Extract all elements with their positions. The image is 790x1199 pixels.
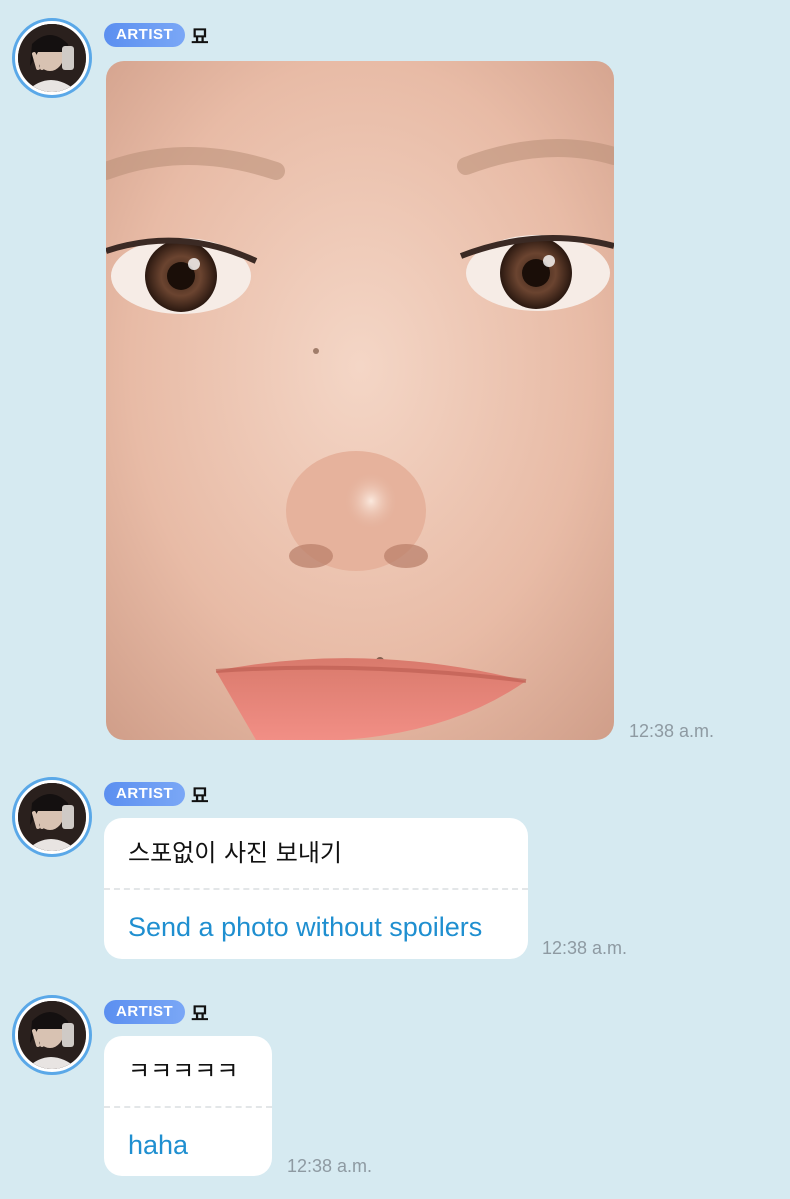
artist-badge: ARTIST <box>104 782 186 806</box>
message-timestamp: 12:38 a.m. <box>542 938 628 958</box>
message-timestamp: 12:38 a.m. <box>629 721 715 741</box>
sender-name: 묘 <box>191 1002 209 1025</box>
avatar-image <box>18 1001 86 1069</box>
sender-name: 묘 <box>191 784 209 807</box>
avatar[interactable] <box>12 18 92 98</box>
original-text: 스포없이 사진 보내기 <box>128 839 342 867</box>
artist-badge: ARTIST <box>104 1000 186 1024</box>
sender-row: ARTIST 묘 <box>104 1000 209 1025</box>
avatar-image <box>18 783 86 851</box>
sender-name: 묘 <box>191 25 209 48</box>
message-bubble[interactable]: ㅋㅋㅋㅋㅋ haha <box>104 1036 272 1176</box>
sender-row: ARTIST 묘 <box>104 23 209 48</box>
avatar[interactable] <box>12 777 92 857</box>
translation-text: haha <box>128 1130 189 1160</box>
avatar[interactable] <box>12 995 92 1075</box>
artist-badge: ARTIST <box>104 23 186 47</box>
message-bubble[interactable]: 스포없이 사진 보내기 Send a photo without spoiler… <box>104 818 528 959</box>
original-text: ㅋㅋㅋㅋㅋ <box>128 1057 239 1085</box>
message-photo-image[interactable] <box>106 61 614 740</box>
sender-row: ARTIST 묘 <box>104 782 209 807</box>
translation-text: Send a photo without spoilers <box>128 912 483 942</box>
avatar-image <box>18 24 86 92</box>
message-timestamp: 12:38 a.m. <box>287 1156 373 1176</box>
